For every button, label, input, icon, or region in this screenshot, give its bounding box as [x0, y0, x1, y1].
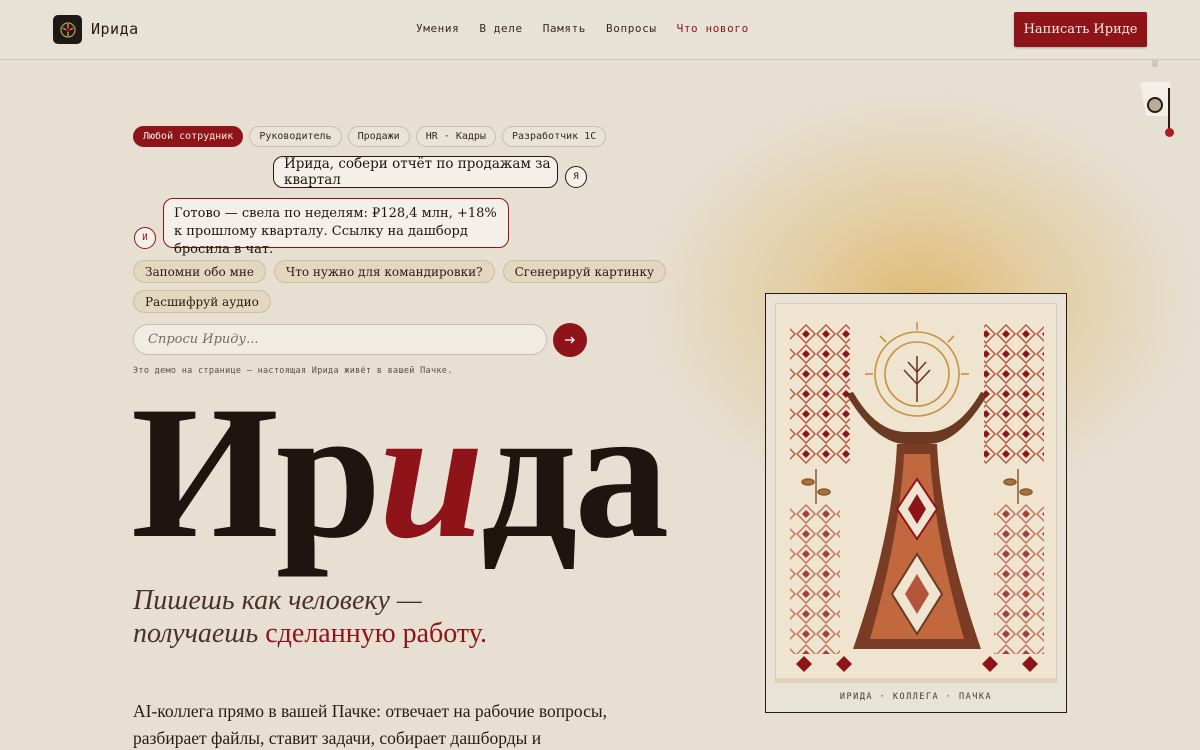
role-chip-any-employee[interactable]: Любой сотрудник — [133, 126, 244, 147]
hero-description: AI-коллега прямо в вашей Пачке: отвечает… — [133, 701, 607, 748]
folk-ornament-image — [775, 303, 1057, 683]
send-button[interactable] — [553, 323, 587, 357]
suggestion-remember-me[interactable]: Запомни обо мне — [133, 260, 266, 283]
nav-skills[interactable]: Умения — [416, 22, 459, 35]
bot-message-bubble: Готово — свела по неделям: ₽128,4 млн, +… — [163, 198, 509, 257]
role-chip-manager[interactable]: Руководитель — [249, 126, 342, 147]
artwork-frame: ИРИДА · КОЛЛЕГА · ПАЧКА — [765, 293, 1067, 713]
site-header: Ирида Умения В деле Память Вопросы Что н… — [0, 0, 1200, 60]
side-widget-stick — [1168, 88, 1170, 132]
arrow-right-icon — [565, 336, 575, 344]
artwork-caption: ИРИДА · КОЛЛЕГА · ПАЧКА — [839, 692, 993, 702]
role-selector: Любой сотрудник Руководитель Продажи HR … — [133, 126, 607, 147]
role-chip-hr[interactable]: HR · Кадры — [415, 126, 496, 147]
suggestions-row-1: Запомни обо мне Что нужно для командиров… — [133, 260, 667, 283]
role-chip-sales[interactable]: Продажи — [347, 126, 410, 147]
suggestion-transcribe-audio[interactable]: Расшифруй аудио — [133, 290, 271, 313]
hero-subtitle: Пишешь как человеку — получаешь сделанну… — [133, 585, 487, 649]
nav-whats-new[interactable]: Что нового — [677, 22, 749, 35]
bot-avatar: И — [134, 227, 156, 249]
nav-memory[interactable]: Память — [543, 22, 586, 35]
side-widget-dot — [1165, 128, 1174, 137]
nav-in-action[interactable]: В деле — [479, 22, 522, 35]
suggestion-business-trip[interactable]: Что нужно для командировки? — [273, 260, 495, 283]
logo[interactable] — [53, 15, 82, 44]
ask-input[interactable] — [133, 324, 547, 355]
role-chip-1c-developer[interactable]: Разработчик 1С — [501, 126, 607, 147]
hero-title: Ирида — [131, 368, 669, 578]
user-avatar: Я — [565, 166, 587, 188]
suggestion-generate-image[interactable]: Сгенерируй картинку — [502, 260, 667, 283]
logo-icon — [59, 21, 76, 38]
suggestions-row-2: Расшифруй аудио — [133, 290, 271, 313]
nav-faq[interactable]: Вопросы — [606, 22, 657, 35]
write-to-irida-button[interactable]: Написать Ириде — [1014, 12, 1147, 47]
side-widget-ring-icon[interactable] — [1147, 97, 1163, 113]
brand-name[interactable]: Ирида — [91, 20, 139, 38]
side-widget-top — [1152, 59, 1158, 67]
user-message-bubble: Ирида, собери отчёт по продажам за кварт… — [273, 156, 558, 188]
main-nav: Умения В деле Память Вопросы Что нового — [416, 22, 749, 35]
